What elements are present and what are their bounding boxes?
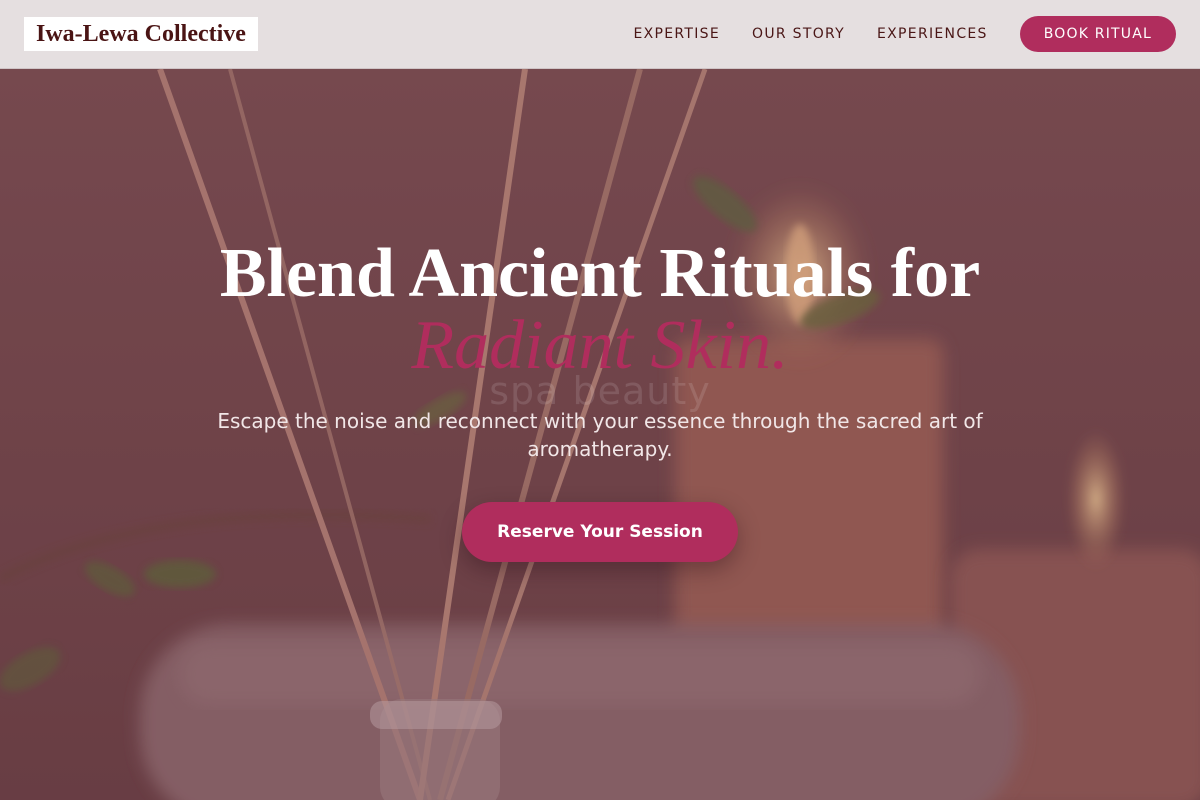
site-logo[interactable]: Iwa-Lewa Collective — [24, 17, 258, 51]
hero-subtitle: Escape the noise and reconnect with your… — [217, 409, 983, 461]
hero-section: Blend Ancient Rituals for Radiant Skin. … — [0, 69, 1200, 800]
nav-link-experiences[interactable]: EXPERIENCES — [877, 26, 988, 42]
hero-content: Blend Ancient Rituals for Radiant Skin. … — [0, 69, 1200, 800]
book-ritual-button[interactable]: BOOK RITUAL — [1019, 16, 1176, 52]
reserve-session-button[interactable]: Reserve Your Session — [462, 502, 738, 562]
nav-link-our-story[interactable]: OUR STORY — [752, 26, 845, 42]
site-header: Iwa-Lewa Collective EXPERTISE OUR STORY … — [0, 0, 1200, 69]
nav-link-expertise[interactable]: EXPERTISE — [633, 26, 720, 42]
main-nav: EXPERTISE OUR STORY EXPERIENCES BOOK RIT… — [633, 16, 1176, 52]
hero-headline: Blend Ancient Rituals for — [219, 235, 981, 312]
